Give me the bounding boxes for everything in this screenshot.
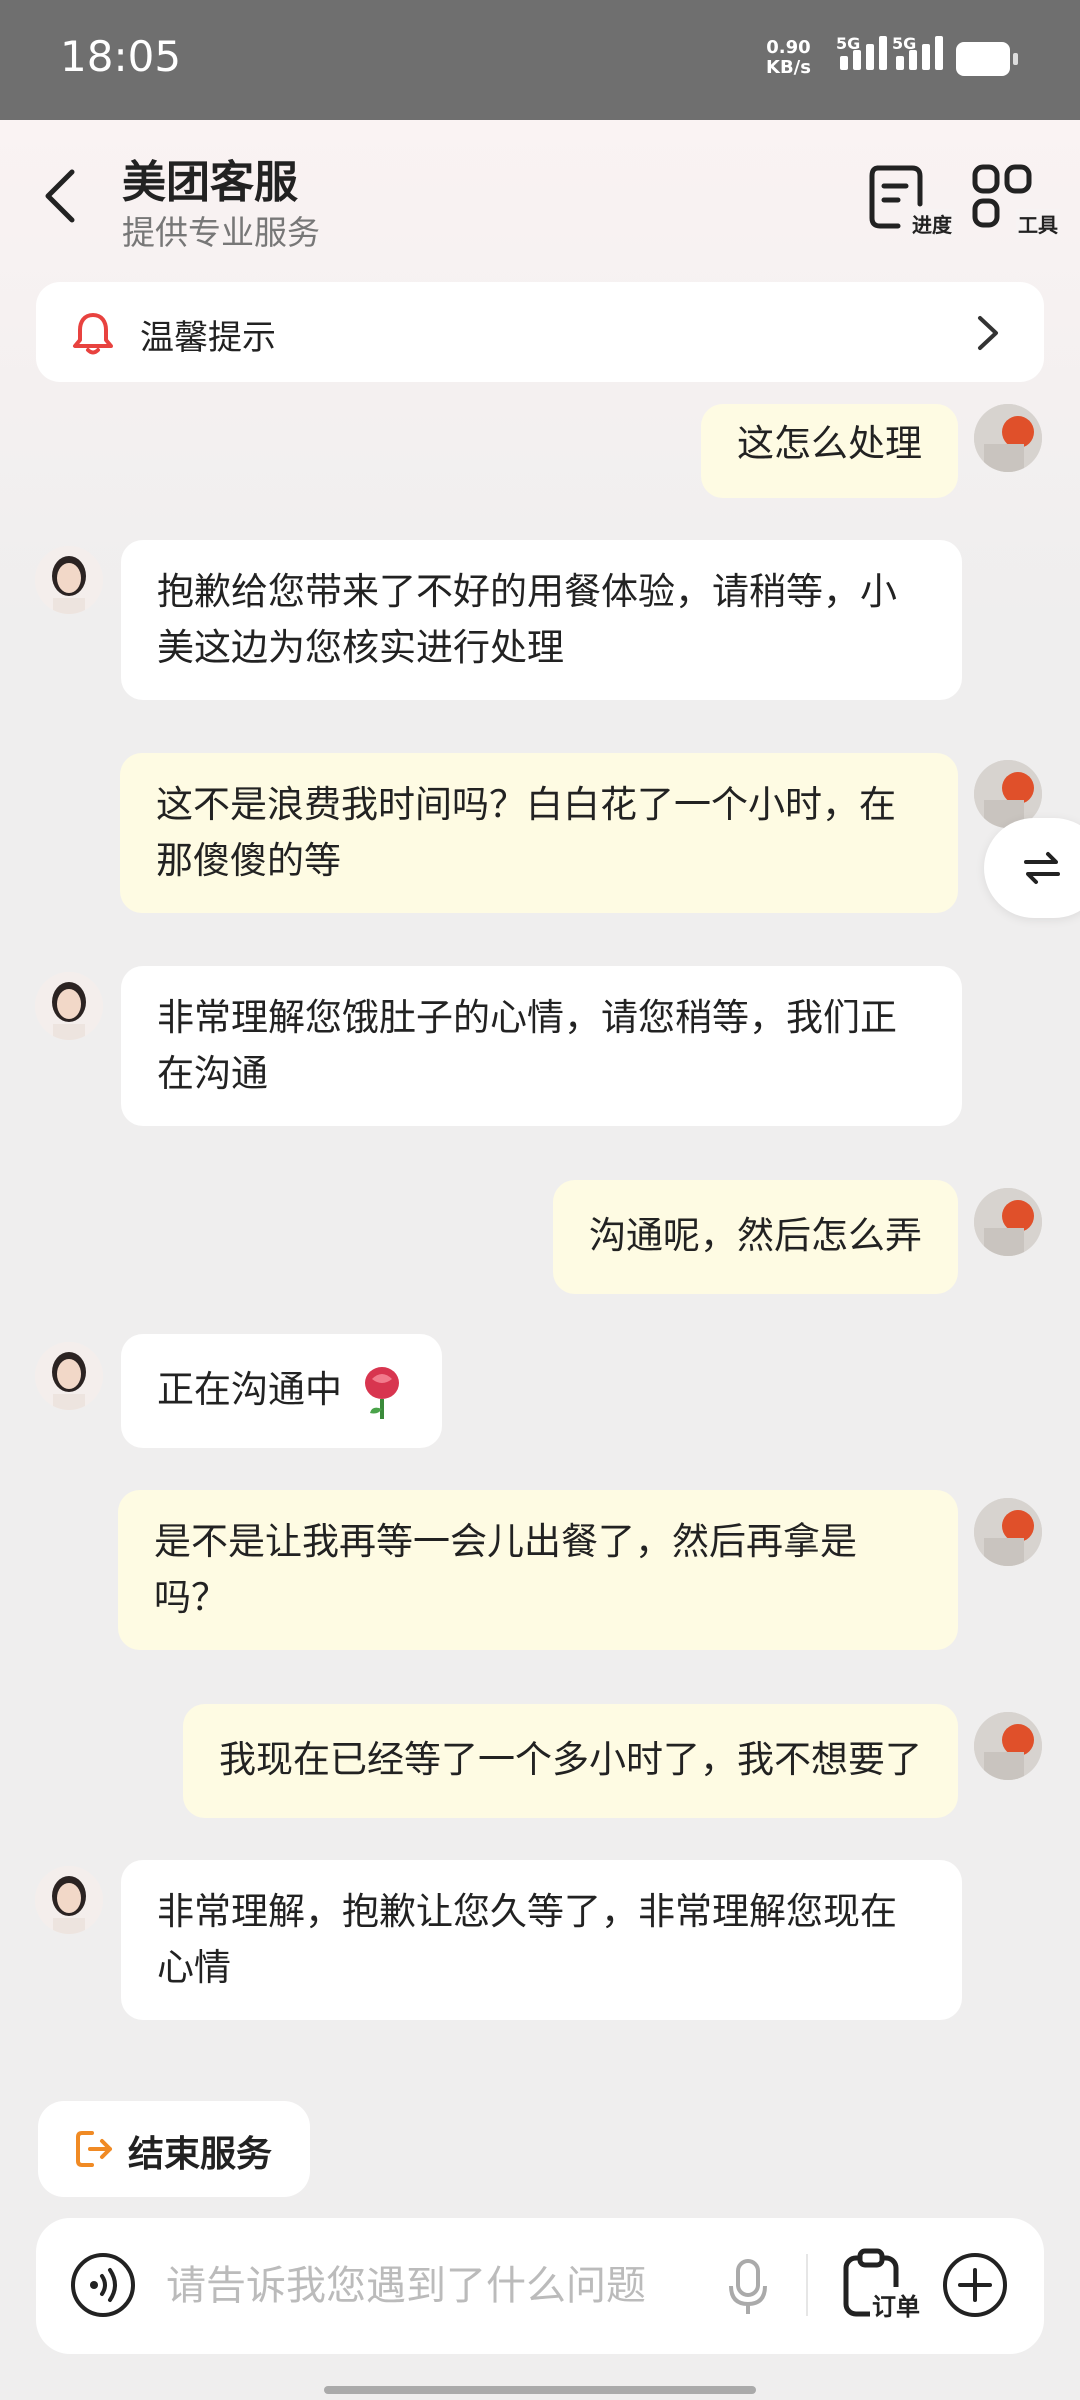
message-user: 这怎么处理 — [701, 404, 958, 498]
net-speed-value: 0.90 — [766, 37, 811, 58]
message-text: 非常理解您饿肚子的心情，请您稍等，我们正在沟通 — [157, 996, 897, 1095]
bell-icon — [73, 313, 113, 355]
battery-icon — [956, 42, 1018, 76]
message-user: 沟通呢，然后怎么弄 — [553, 1180, 958, 1294]
order-label: 订单 — [870, 2287, 922, 2322]
swap-icon — [1024, 852, 1060, 884]
message-agent: 非常理解，抱歉让您久等了，非常理解您现在心情 — [121, 1860, 962, 2020]
message-text: 这不是浪费我时间吗？白白花了一个小时，在那傻傻的等 — [156, 783, 896, 882]
page-title: 美团客服 — [122, 157, 298, 208]
sim1-label: 5G — [836, 34, 861, 53]
net-speed-unit: KB/s — [766, 57, 811, 78]
agent-avatar — [35, 1866, 103, 1934]
notice-text: 温馨提示 — [140, 318, 276, 358]
message-user: 是不是让我再等一会儿出餐了，然后再拿是吗？ — [118, 1490, 958, 1650]
agent-avatar — [35, 972, 103, 1040]
sim2-label: 5G — [892, 34, 917, 53]
signal-2-icon: 5G — [892, 34, 943, 70]
input-bar: 订单 — [36, 2218, 1044, 2354]
message-agent: 正在沟通中 — [121, 1334, 442, 1448]
microphone-icon[interactable] — [728, 2258, 768, 2316]
back-icon[interactable] — [40, 166, 80, 226]
switch-button[interactable] — [984, 818, 1080, 918]
status-time: 18:05 — [60, 32, 182, 81]
message-text: 是不是让我再等一会儿出餐了，然后再拿是吗？ — [154, 1520, 857, 1619]
progress-label: 进度 — [910, 209, 954, 238]
user-avatar[interactable] — [974, 404, 1042, 472]
message-user: 这不是浪费我时间吗？白白花了一个小时，在那傻傻的等 — [120, 753, 958, 913]
order-button[interactable]: 订单 — [842, 2248, 922, 2326]
end-service-label: 结束服务 — [128, 2134, 273, 2175]
divider — [806, 2254, 808, 2316]
message-agent: 非常理解您饿肚子的心情，请您稍等，我们正在沟通 — [121, 966, 962, 1126]
message-user: 我现在已经等了一个多小时了，我不想要了 — [183, 1704, 958, 1818]
chevron-right-icon — [978, 316, 998, 350]
exit-icon — [76, 2131, 112, 2167]
agent-avatar — [35, 1342, 103, 1410]
voice-mode-icon[interactable] — [70, 2252, 136, 2318]
end-service-button[interactable]: 结束服务 — [38, 2101, 310, 2197]
tools-label: 工具 — [1016, 209, 1060, 238]
user-avatar[interactable] — [974, 1498, 1042, 1566]
status-bar: 18:05 0.90 KB/s 5G 5G — [0, 0, 1080, 120]
message-agent: 抱歉给您带来了不好的用餐体验，请稍等，小美这边为您核实进行处理 — [121, 540, 962, 700]
user-avatar[interactable] — [974, 1712, 1042, 1780]
net-speed: 0.90 KB/s — [766, 38, 811, 78]
plus-icon[interactable] — [942, 2252, 1008, 2318]
home-indicator[interactable] — [324, 2386, 756, 2394]
agent-avatar — [35, 546, 103, 614]
notice-banner[interactable]: 温馨提示 — [36, 282, 1044, 382]
rose-icon — [364, 1366, 399, 1419]
message-text: 正在沟通中 — [157, 1368, 342, 1411]
message-text: 抱歉给您带来了不好的用餐体验，请稍等，小美这边为您核实进行处理 — [157, 570, 897, 669]
progress-button[interactable]: 进度 — [864, 160, 954, 240]
page-subtitle: 提供专业服务 — [122, 213, 320, 252]
tools-button[interactable]: 工具 — [970, 160, 1060, 240]
message-text: 这怎么处理 — [737, 422, 922, 465]
user-avatar[interactable] — [974, 1188, 1042, 1256]
message-text: 我现在已经等了一个多小时了，我不想要了 — [219, 1738, 922, 1781]
message-text: 非常理解，抱歉让您久等了，非常理解您现在心情 — [157, 1890, 897, 1989]
signal-1-icon: 5G — [836, 34, 887, 70]
message-text: 沟通呢，然后怎么弄 — [589, 1214, 922, 1257]
message-input[interactable] — [164, 2252, 728, 2320]
